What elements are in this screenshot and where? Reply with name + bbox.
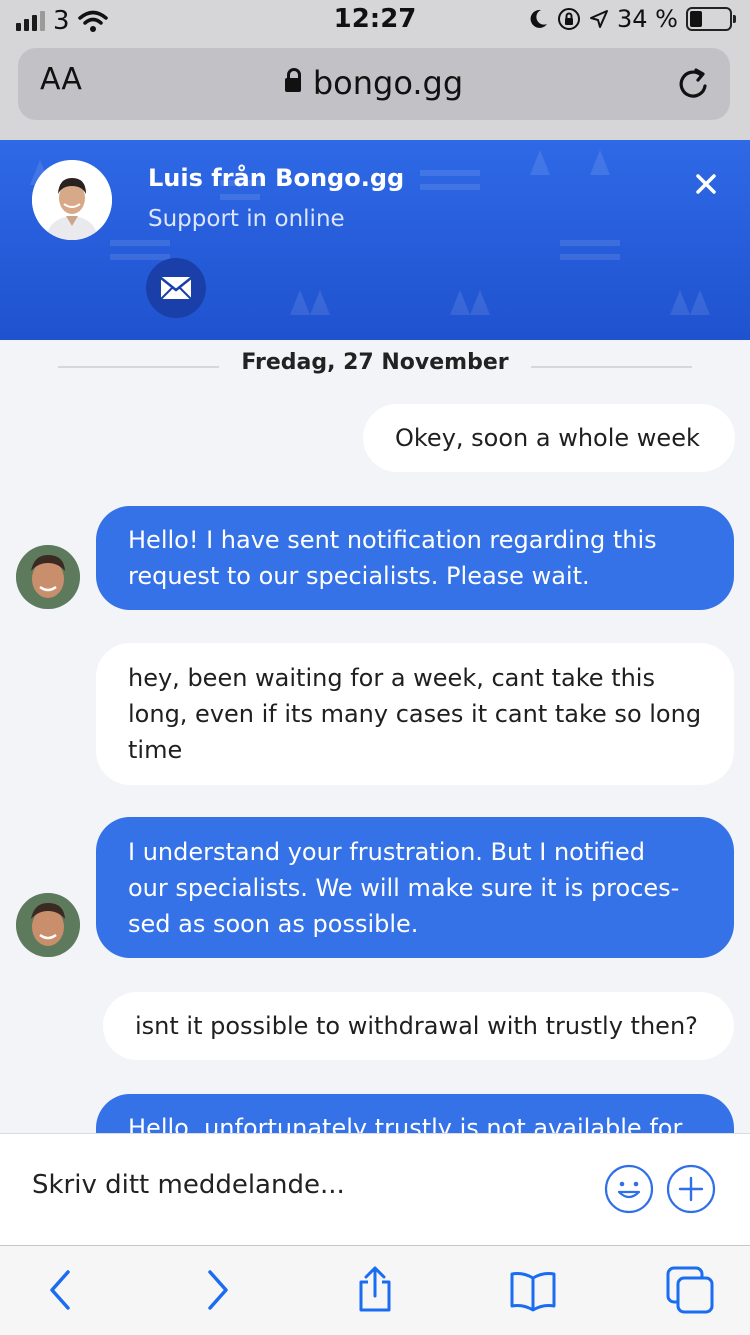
message-line: I understand your frustration. But I not… (128, 838, 646, 866)
date-text: Fredag, 27 November (219, 350, 531, 375)
message-line: our specialists. We will make sure it is… (128, 874, 680, 902)
agent-name: Luis från Bongo.gg (148, 164, 405, 192)
message-line: request to our specialists. Please wait. (128, 562, 590, 590)
agent-avatar (32, 160, 112, 240)
reload-icon[interactable] (674, 64, 714, 104)
chat-header: Luis från Bongo.gg Support in online (0, 140, 750, 340)
message-input[interactable]: Skriv ditt meddelande... (32, 1170, 345, 1200)
emoji-icon[interactable] (604, 1164, 654, 1214)
date-separator: Fredag, 27 November (58, 350, 692, 380)
battery-icon (686, 7, 736, 31)
status-bar: 3 12:27 34 % (0, 0, 750, 40)
status-right: 34 % (527, 5, 736, 33)
message-user-2: hey, been waiting for a week, cant take … (96, 643, 734, 785)
address-bar[interactable]: AA bongo.gg (18, 48, 730, 120)
message-text: Okey, soon a whole week (395, 424, 700, 452)
agent-message-avatar (16, 545, 80, 609)
location-icon (590, 10, 609, 28)
message-agent-1: Hello! I have sent notification regardin… (96, 506, 734, 610)
message-text: isnt it possible to withdrawal with trus… (135, 1012, 698, 1040)
browser-top-bar: AA bongo.gg (0, 40, 750, 140)
message-line: long, even if its many cases it cant tak… (128, 700, 702, 728)
message-user-3: isnt it possible to withdrawal with trus… (103, 992, 734, 1060)
message-user-1: Okey, soon a whole week (363, 404, 735, 472)
orientation-lock-icon (558, 8, 581, 30)
message-line: hey, been waiting for a week, cant take … (128, 664, 655, 692)
mail-icon (160, 277, 192, 300)
bookmarks-icon[interactable] (509, 1266, 557, 1314)
moon-icon (530, 9, 548, 28)
browser-toolbar (0, 1245, 750, 1335)
date-label: Fredag, 27 November (58, 350, 692, 375)
message-agent-2: I understand your frustration. But I not… (96, 817, 734, 958)
forward-icon[interactable] (192, 1266, 240, 1314)
message-composer: Skriv ditt meddelande... (0, 1133, 750, 1246)
tabs-icon[interactable] (666, 1266, 714, 1314)
close-icon[interactable] (688, 166, 724, 202)
agent-status: Support in online (148, 206, 345, 232)
agent-message-avatar (16, 893, 80, 957)
share-icon[interactable] (351, 1266, 399, 1314)
back-icon[interactable] (38, 1266, 86, 1314)
battery-percent: 34 % (617, 5, 678, 33)
email-button[interactable] (146, 258, 206, 318)
message-line: Hello! I have sent notification regardin… (128, 526, 657, 554)
lock-icon (284, 68, 301, 92)
plus-icon[interactable] (666, 1164, 716, 1214)
message-line: time (128, 736, 183, 764)
url-text: bongo.gg (312, 64, 464, 102)
url-display[interactable]: bongo.gg (18, 64, 730, 102)
message-line: sed as soon as possible. (128, 910, 419, 938)
